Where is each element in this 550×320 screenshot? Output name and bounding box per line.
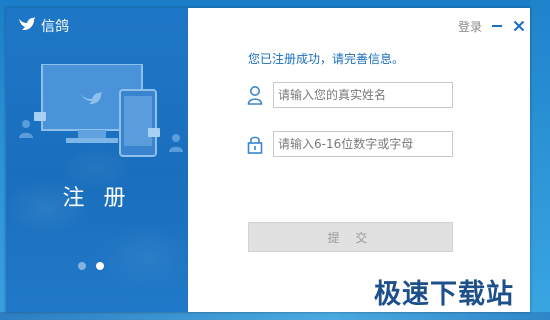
user-icon <box>246 84 264 106</box>
real-name-input[interactable] <box>273 82 453 108</box>
password-field-row <box>246 131 453 157</box>
slide-dot-1[interactable] <box>78 262 86 270</box>
site-watermark: 极速下载站 <box>374 279 514 310</box>
left-brand-panel: 信鸽 注 册 <box>6 8 188 312</box>
pigeon-logo-icon <box>18 16 36 36</box>
app-name: 信鸽 <box>41 19 69 35</box>
desktop-background-right <box>530 0 550 320</box>
register-heading: 注 册 <box>62 186 132 211</box>
slide-dot-2[interactable] <box>96 262 104 270</box>
login-link[interactable]: 登录 <box>458 18 482 35</box>
window-controls: 登录 <box>458 16 526 36</box>
desktop-background-bottom <box>0 312 550 320</box>
lock-icon <box>246 133 264 155</box>
name-field-row <box>246 82 453 108</box>
devices-illustration <box>16 63 186 174</box>
slide-indicator <box>78 262 104 270</box>
register-window: 信鸽 注 册 登录 您已注册成功，请完善信息。 请输入您的真实姓名 请输入6-1… <box>6 8 530 312</box>
registration-success-message: 您已注册成功，请完善信息。 <box>248 52 405 66</box>
password-input[interactable] <box>273 131 453 157</box>
app-brand: 信鸽 <box>18 16 69 36</box>
minimize-icon[interactable] <box>490 19 504 33</box>
close-icon[interactable] <box>512 19 526 33</box>
submit-button[interactable]: 提 交 <box>248 222 453 252</box>
